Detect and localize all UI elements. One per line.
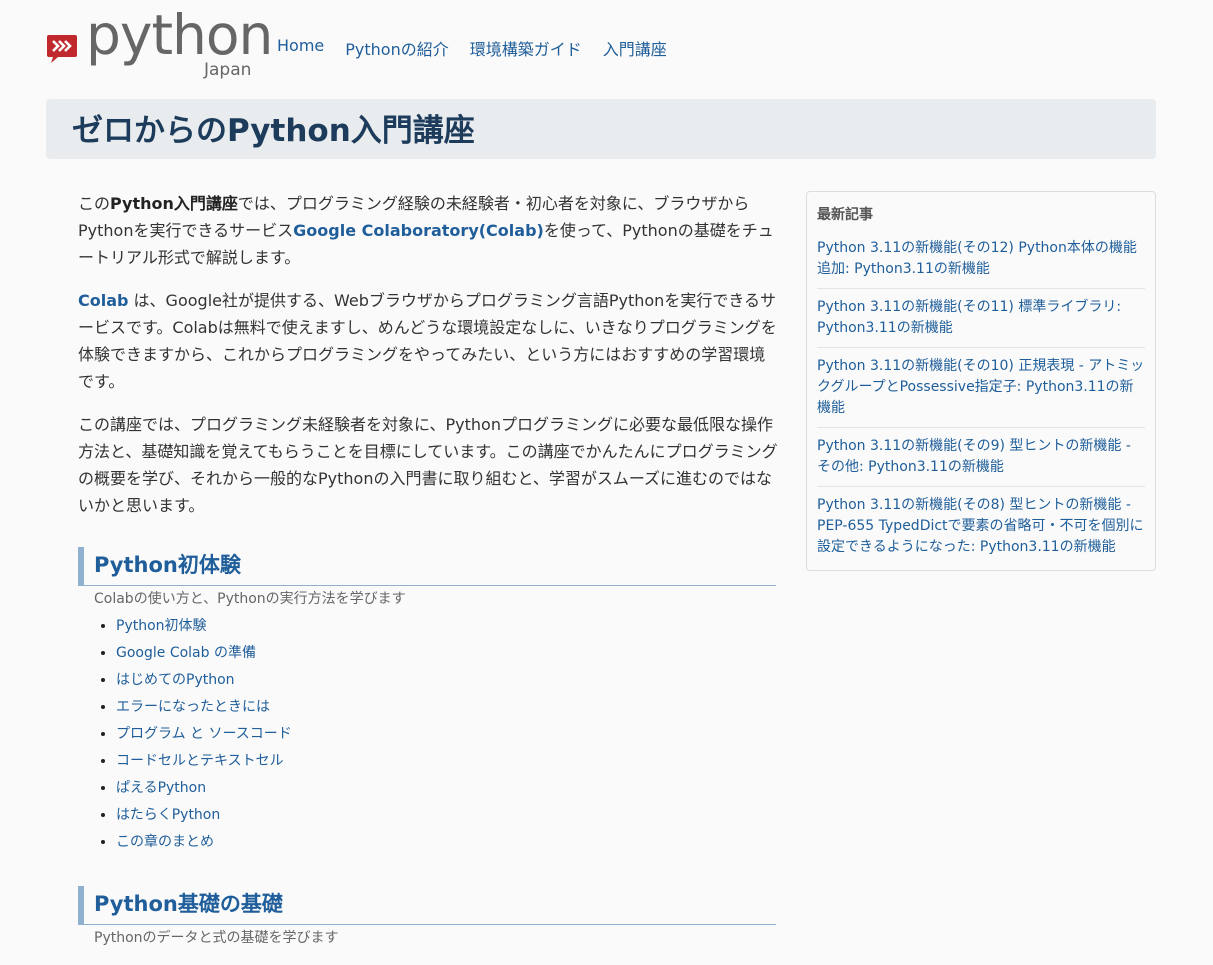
nav-course[interactable]: 入門講座 (603, 36, 667, 60)
list-item: ぱえるPython (116, 775, 778, 802)
recent-post-link[interactable]: Python 3.11の新機能(その8) 型ヒントの新機能 - PEP-655 … (817, 497, 1144, 555)
lesson-link[interactable]: コードセルとテキストセル (116, 753, 284, 769)
page-title-bar: ゼロからのPython入門講座 (46, 99, 1156, 159)
logo-sub: Japan (204, 60, 252, 80)
lesson-link[interactable]: ぱえるPython (116, 780, 206, 796)
list-item: プログラム と ソースコード (116, 721, 778, 748)
main-content: このPython入門講座では、プログラミング経験の未経験者・初心者を対象に、ブラ… (78, 190, 778, 948)
logo-word: python (86, 3, 273, 67)
intro-paragraph-1: このPython入門講座では、プログラミング経験の未経験者・初心者を対象に、ブラ… (78, 190, 778, 271)
chevrons-badge-icon (47, 35, 77, 63)
list-item: はじめてのPython (116, 667, 778, 694)
recent-post-item: Python 3.11の新機能(その8) 型ヒントの新機能 - PEP-655 … (817, 487, 1145, 566)
list-item: Python初体験 (116, 613, 778, 640)
lesson-link[interactable]: この章のまとめ (116, 834, 214, 850)
lesson-link[interactable]: エラーになったときには (116, 699, 270, 715)
lesson-link[interactable]: はじめてのPython (116, 672, 235, 688)
section-title: Python初体験 (94, 553, 241, 577)
recent-post-item: Python 3.11の新機能(その9) 型ヒントの新機能 - その他: Pyt… (817, 428, 1145, 487)
recent-post-item: Python 3.11の新機能(その11) 標準ライブラリ: Python3.1… (817, 289, 1145, 348)
lesson-link[interactable]: はたらくPython (116, 807, 220, 823)
list-item: この章のまとめ (116, 829, 778, 856)
recent-post-link[interactable]: Python 3.11の新機能(その11) 標準ライブラリ: Python3.1… (817, 299, 1121, 336)
python-japan-logo[interactable]: python Japan (46, 8, 273, 86)
colab-link[interactable]: Colab (78, 291, 128, 310)
list-item: エラーになったときには (116, 694, 778, 721)
section-lesson-list: Python初体験 Google Colab の準備 はじめてのPython エ… (78, 613, 778, 856)
nav-home[interactable]: Home (277, 36, 324, 60)
section-python-first-experience: Python初体験 Colabの使い方と、Pythonの実行方法を学びます Py… (78, 547, 778, 856)
intro-paragraph-2: Colab は、Google社が提供する、Webブラウザからプログラミング言語P… (78, 287, 778, 395)
section-description: Pythonのデータと式の基礎を学びます (94, 930, 339, 946)
section-heading: Python基礎の基礎 (78, 886, 776, 925)
recent-post-link[interactable]: Python 3.11の新機能(その12) Python本体の機能追加: Pyt… (817, 240, 1137, 277)
intro-p1-bold: Python入門講座 (110, 194, 238, 213)
google-colab-link[interactable]: Google Colaboratory(Colab) (293, 221, 544, 240)
recent-post-link[interactable]: Python 3.11の新機能(その9) 型ヒントの新機能 - その他: Pyt… (817, 438, 1131, 475)
lesson-link[interactable]: Google Colab の準備 (116, 645, 256, 661)
lesson-link[interactable]: Python初体験 (116, 618, 207, 634)
sidebar-heading: 最新記事 (817, 207, 873, 223)
main-nav: Home Pythonの紹介 環境構築ガイド 入門講座 (277, 36, 667, 60)
list-item: はたらくPython (116, 802, 778, 829)
section-description: Colabの使い方と、Pythonの実行方法を学びます (94, 591, 406, 607)
list-item: コードセルとテキストセル (116, 748, 778, 775)
section-heading: Python初体験 (78, 547, 776, 586)
nav-python-intro[interactable]: Pythonの紹介 (345, 36, 448, 60)
section-title: Python基礎の基礎 (94, 892, 283, 916)
intro-p2-text: は、Google社が提供する、Webブラウザからプログラミング言語Pythonを… (78, 291, 777, 391)
list-item: Google Colab の準備 (116, 640, 778, 667)
recent-post-link[interactable]: Python 3.11の新機能(その10) 正規表現 - アトミックグループとP… (817, 358, 1144, 416)
site-header: python Japan Home Pythonの紹介 環境構築ガイド 入門講座 (0, 0, 1213, 90)
page-title: ゼロからのPython入門講座 (72, 113, 475, 149)
nav-setup-guide[interactable]: 環境構築ガイド (470, 36, 582, 60)
section-python-basics: Python基礎の基礎 Pythonのデータと式の基礎を学びます (78, 886, 778, 948)
intro-p1-text-a: この (78, 194, 111, 213)
recent-posts-sidebar: 最新記事 Python 3.11の新機能(その12) Python本体の機能追加… (806, 191, 1156, 571)
lesson-link[interactable]: プログラム と ソースコード (116, 726, 292, 742)
recent-post-item: Python 3.11の新機能(その12) Python本体の機能追加: Pyt… (817, 230, 1145, 289)
intro-paragraph-3: この講座では、プログラミング未経験者を対象に、Pythonプログラミングに必要な… (78, 415, 778, 515)
recent-post-item: Python 3.11の新機能(その10) 正規表現 - アトミックグループとP… (817, 348, 1145, 428)
